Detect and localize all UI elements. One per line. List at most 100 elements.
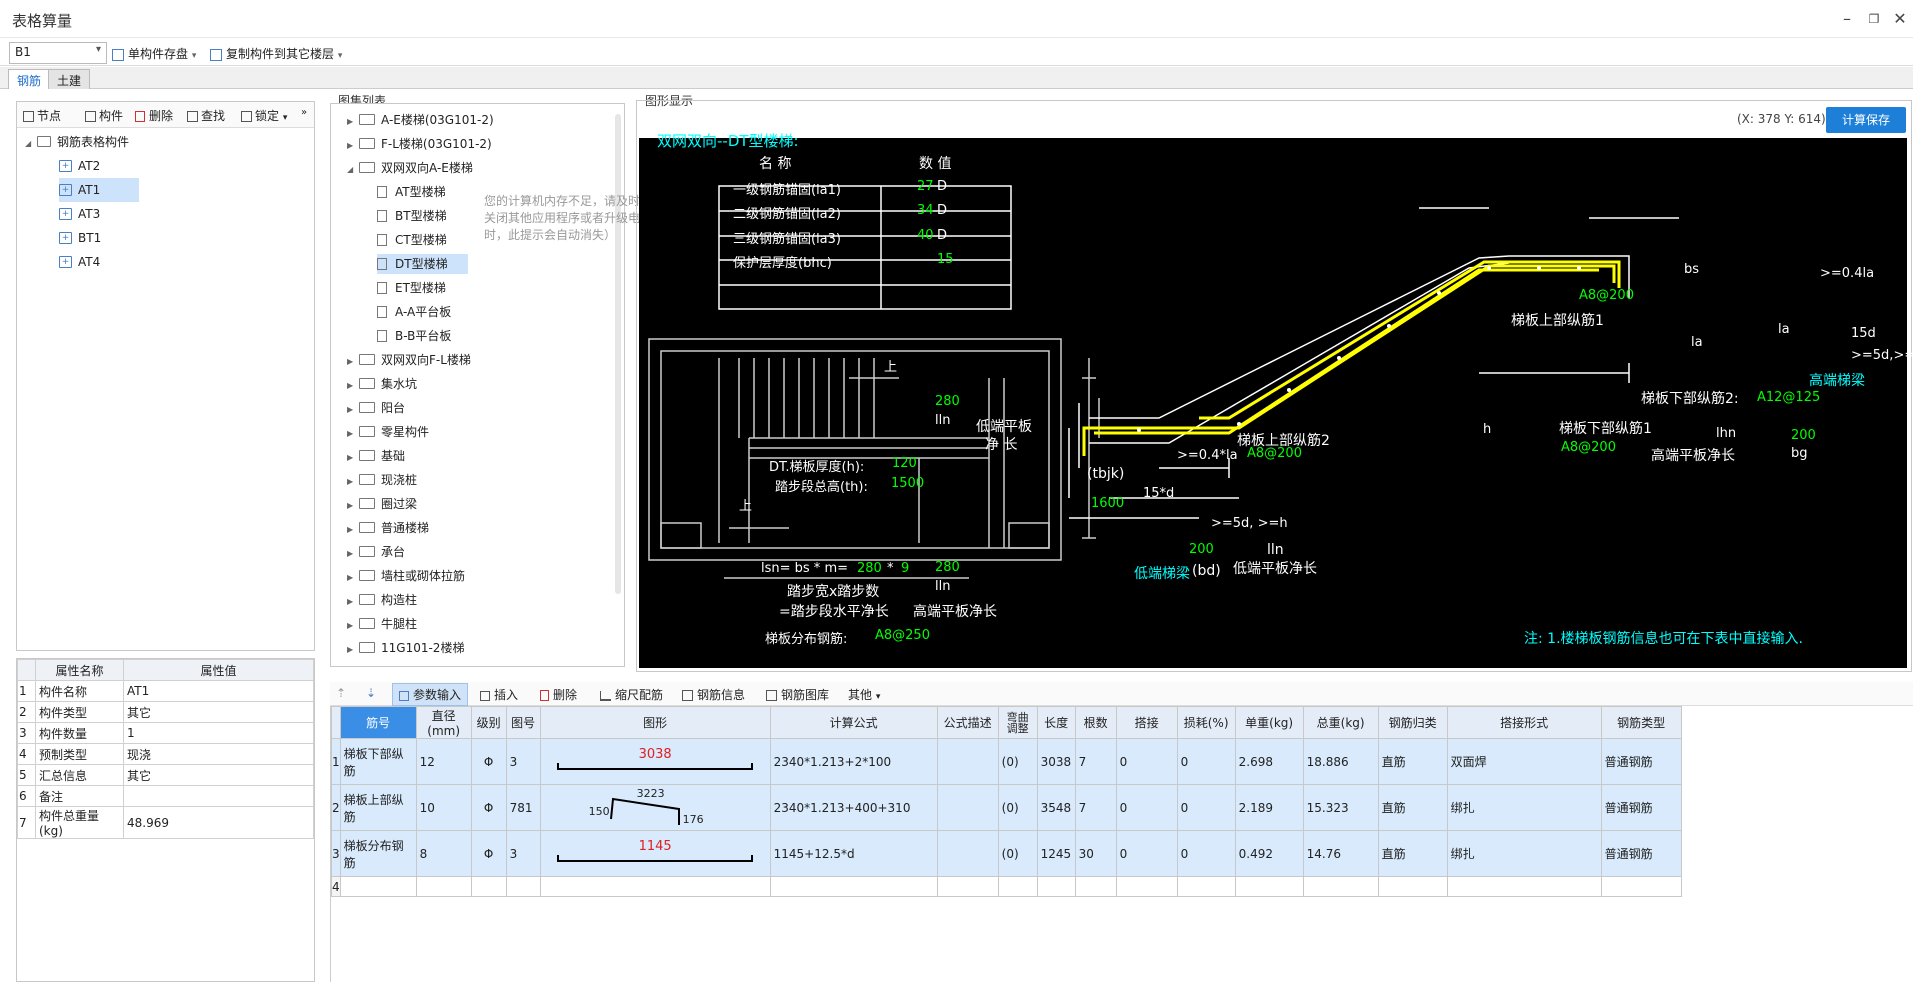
atlas-group[interactable]: ▶ 双网双向F-L楼梯: [347, 348, 494, 372]
atlas-child[interactable]: A-A平台板: [347, 300, 494, 324]
empty-cell[interactable]: [1036, 876, 1076, 897]
empty-cell[interactable]: [415, 876, 472, 897]
delete-button[interactable]: 删除: [135, 107, 173, 124]
cell-diameter[interactable]: 12: [415, 738, 472, 785]
cell-grade[interactable]: Φ: [470, 738, 507, 785]
col-header[interactable]: 钢筋类型: [1600, 706, 1682, 739]
cell-total-weight[interactable]: 15.323: [1302, 784, 1379, 831]
cell-loss[interactable]: 0: [1176, 784, 1236, 831]
tree-item-selected[interactable]: + AT1: [59, 178, 139, 202]
col-header[interactable]: 搭接形式: [1446, 706, 1602, 739]
cell-type[interactable]: 普通钢筋: [1600, 738, 1682, 785]
cell-name[interactable]: 梯板上部纵筋: [339, 784, 417, 831]
empty-cell[interactable]: [1115, 876, 1178, 897]
col-header[interactable]: 图号: [505, 706, 541, 739]
cell-bend[interactable]: (0): [997, 738, 1038, 785]
cell-formula[interactable]: 1145+12.5*d: [769, 830, 938, 877]
empty-cell[interactable]: [1074, 876, 1117, 897]
cell-length[interactable]: 3038: [1036, 738, 1076, 785]
atlas-group[interactable]: ▶ 现浇桩: [347, 468, 494, 492]
prop-row[interactable]: 7 构件总重量(kg) 48.969: [17, 806, 314, 839]
empty-cell[interactable]: [1234, 876, 1304, 897]
tab-rebar[interactable]: 钢筋: [8, 69, 51, 89]
tree-item[interactable]: + AT3: [59, 202, 137, 226]
other-menu-button[interactable]: 其他 ▾: [848, 686, 880, 703]
col-header[interactable]: 公式描述: [936, 706, 999, 739]
table-row-empty[interactable]: 4: [331, 876, 1682, 897]
col-header[interactable]: 长度: [1036, 706, 1076, 739]
rebar-info-button[interactable]: 钢筋信息: [682, 686, 745, 703]
cell-category[interactable]: 直筋: [1377, 830, 1448, 877]
atlas-group[interactable]: ▶ A-E楼梯(03G101-2): [347, 108, 494, 132]
atlas-group-open[interactable]: ◢ 双网双向A-E楼梯: [347, 156, 494, 180]
empty-cell[interactable]: [936, 876, 999, 897]
atlas-group[interactable]: ▶ 阳台: [347, 396, 494, 420]
col-header[interactable]: 单重(kg): [1234, 706, 1304, 739]
cell-lap-type[interactable]: 双面焊: [1446, 738, 1602, 785]
ruler-rebar-button[interactable]: 缩尺配筋: [600, 686, 663, 703]
save-single-button[interactable]: 单构件存盘 ▾: [112, 45, 196, 62]
col-header[interactable]: 级别: [470, 706, 507, 739]
component-button[interactable]: 构件: [85, 107, 123, 124]
cell-unit-weight[interactable]: 2.698: [1234, 738, 1304, 785]
cell-total-weight[interactable]: 18.886: [1302, 738, 1379, 785]
cell-count[interactable]: 30: [1074, 830, 1117, 877]
atlas-scrollbar[interactable]: [615, 114, 621, 594]
atlas-group[interactable]: ▶ 圈过梁: [347, 492, 494, 516]
cell-type[interactable]: 普通钢筋: [1600, 784, 1682, 831]
node-button[interactable]: 节点: [23, 107, 61, 124]
atlas-group[interactable]: ▶ 墙柱或砌体拉筋: [347, 564, 494, 588]
row-number[interactable]: 4: [331, 876, 341, 897]
cell-shape[interactable]: 3223 150 176: [539, 784, 771, 831]
move-up-icon[interactable]: ⇡: [336, 686, 346, 700]
atlas-group[interactable]: ▶ 普通楼梯: [347, 516, 494, 540]
prop-value[interactable]: AT1: [123, 680, 314, 702]
atlas-child[interactable]: B-B平台板: [347, 324, 494, 348]
prop-row[interactable]: 4 预制类型 现浇: [17, 743, 314, 765]
atlas-child-selected[interactable]: DT型楼梯: [347, 252, 494, 276]
empty-cell[interactable]: [539, 876, 771, 897]
cell-lap-type[interactable]: 绑扎: [1446, 830, 1602, 877]
cell-lap-type[interactable]: 绑扎: [1446, 784, 1602, 831]
cell-shape[interactable]: 3038: [539, 738, 771, 785]
cell-bend[interactable]: (0): [997, 784, 1038, 831]
col-header[interactable]: 筋号: [339, 706, 417, 739]
lock-button[interactable]: 锁定 ▾: [241, 107, 287, 124]
prop-value[interactable]: [123, 785, 314, 807]
cell-diameter[interactable]: 10: [415, 784, 472, 831]
empty-cell[interactable]: [470, 876, 507, 897]
rebar-library-button[interactable]: 钢筋图库: [766, 686, 829, 703]
atlas-group[interactable]: ▶ 承台: [347, 540, 494, 564]
col-header[interactable]: 图形: [539, 706, 771, 739]
insert-button[interactable]: 插入: [480, 686, 518, 703]
row-number[interactable]: 1: [331, 738, 341, 785]
close-icon[interactable]: ✕: [1887, 9, 1913, 29]
cell-figure-no[interactable]: 3: [505, 830, 541, 877]
cell-loss[interactable]: 0: [1176, 738, 1236, 785]
prop-row[interactable]: 2 构件类型 其它: [17, 701, 314, 723]
cell-grade[interactable]: Φ: [470, 784, 507, 831]
cell-name[interactable]: 梯板分布钢筋: [339, 830, 417, 877]
prop-value[interactable]: 其它: [123, 701, 314, 723]
tree-root[interactable]: ◢ 钢筋表格构件: [25, 130, 129, 154]
empty-cell[interactable]: [997, 876, 1038, 897]
table-row[interactable]: 1 梯板下部纵筋 12 Φ 3 3038 2340*1.213+2*100 (0…: [331, 738, 1682, 785]
atlas-group[interactable]: ▶ 集水坑: [347, 372, 494, 396]
empty-cell[interactable]: [339, 876, 417, 897]
restore-icon[interactable]: ❐: [1861, 9, 1887, 29]
prop-value[interactable]: 现浇: [123, 743, 314, 765]
atlas-child[interactable]: BT型楼梯: [347, 204, 494, 228]
tree-item[interactable]: + AT2: [59, 154, 137, 178]
cell-formula[interactable]: 2340*1.213+2*100: [769, 738, 938, 785]
cell-desc[interactable]: [936, 830, 999, 877]
cell-bend[interactable]: (0): [997, 830, 1038, 877]
prop-value[interactable]: 其它: [123, 764, 314, 786]
cell-total-weight[interactable]: 14.76: [1302, 830, 1379, 877]
tree-item[interactable]: + BT1: [59, 226, 137, 250]
cell-length[interactable]: 1245: [1036, 830, 1076, 877]
atlas-group[interactable]: ▶ 构造柱: [347, 588, 494, 612]
atlas-group[interactable]: ▶ 牛腿柱: [347, 612, 494, 636]
cell-desc[interactable]: [936, 738, 999, 785]
cell-count[interactable]: 7: [1074, 738, 1117, 785]
table-row[interactable]: 3 梯板分布钢筋 8 Φ 3 1145 1145+12.5*d (0) 1245…: [331, 830, 1682, 877]
